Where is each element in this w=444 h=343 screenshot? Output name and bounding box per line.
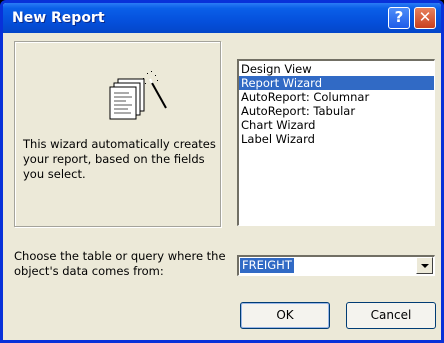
help-button[interactable]: ?	[388, 7, 410, 29]
list-item-chart-wizard[interactable]: Chart Wizard	[239, 118, 434, 132]
source-value[interactable]: FREIGHT	[240, 258, 294, 273]
list-item-label-wizard[interactable]: Label Wizard	[239, 132, 434, 146]
list-item-autoreport-tabular[interactable]: AutoReport: Tabular	[239, 104, 434, 118]
dialog-title: New Report	[12, 10, 105, 26]
list-item-autoreport-columnar[interactable]: AutoReport: Columnar	[239, 90, 434, 104]
report-wizard-icon	[109, 71, 167, 120]
source-label: Choose the table or query where the obje…	[14, 249, 226, 278]
ok-button[interactable]: OK	[240, 302, 330, 329]
list-item-design-view[interactable]: Design View	[239, 62, 434, 76]
report-type-list[interactable]: Design View Report Wizard AutoReport: Co…	[237, 59, 435, 226]
dropdown-arrow-icon[interactable]	[416, 257, 433, 274]
wizard-description: This wizard automatically creates your r…	[23, 137, 216, 181]
cancel-button[interactable]: Cancel	[346, 302, 436, 329]
source-combobox[interactable]: FREIGHT	[237, 255, 435, 276]
new-report-dialog: New Report ? ✕ This wizard automatically…	[0, 0, 444, 343]
title-bar[interactable]: New Report ? ✕	[3, 3, 441, 33]
close-button[interactable]: ✕	[414, 7, 436, 29]
preview-panel: This wizard automatically creates your r…	[14, 41, 221, 227]
list-item-report-wizard[interactable]: Report Wizard	[239, 76, 434, 90]
